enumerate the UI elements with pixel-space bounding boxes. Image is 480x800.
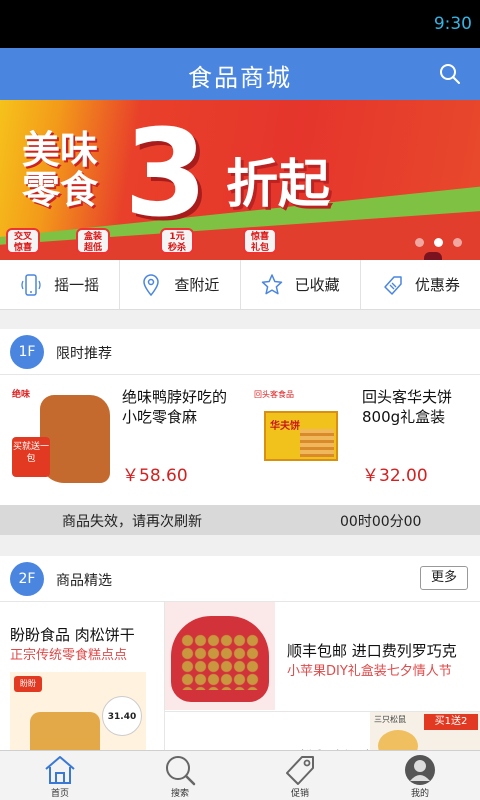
floor-badge: 2F bbox=[10, 562, 44, 596]
user-icon bbox=[405, 755, 435, 785]
tab-label: 搜索 bbox=[170, 789, 189, 799]
shortcut-label: 优惠券 bbox=[414, 276, 460, 294]
indicator-dot[interactable] bbox=[453, 238, 462, 247]
more-button[interactable]: 更多 bbox=[420, 566, 468, 590]
waffle-box-image: 华夫饼 bbox=[264, 411, 338, 461]
brand-logo: 三只松鼠 bbox=[374, 715, 406, 724]
shortcut-coupons[interactable]: 优惠券 bbox=[361, 260, 480, 309]
shortcut-favorites[interactable]: 已收藏 bbox=[241, 260, 361, 309]
shortcut-label: 查附近 bbox=[174, 276, 220, 294]
banner-tag: 盒装 超低 bbox=[76, 228, 110, 254]
bottle-image bbox=[424, 252, 442, 260]
shortcut-shake[interactable]: 摇一摇 bbox=[0, 260, 121, 309]
product-price: ￥32.00 bbox=[362, 466, 428, 486]
banner-big-number: 3 bbox=[124, 105, 208, 244]
product-name: 顺丰包邮 进口费列罗巧克 bbox=[287, 642, 457, 660]
box-label: 华夫饼 bbox=[270, 421, 300, 432]
product-subtitle: 正宗传统零食糕点点 bbox=[10, 648, 128, 663]
shortcut-label: 摇一摇 bbox=[54, 276, 100, 294]
home-icon bbox=[45, 756, 75, 784]
search-icon[interactable] bbox=[438, 62, 462, 86]
product-image: 回头客食品 华夫饼 bbox=[250, 385, 350, 485]
duck-neck-image bbox=[40, 395, 110, 483]
section-header: 1F 限时推荐 bbox=[0, 329, 480, 375]
product-name: 盼盼食品 肉松饼干 bbox=[10, 626, 135, 644]
product-image: 绝味 买就送一包 bbox=[10, 385, 110, 485]
tab-label: 首页 bbox=[50, 789, 69, 799]
waffle-graphic bbox=[300, 429, 334, 457]
status-time: 9:30 bbox=[433, 14, 472, 34]
countdown-bar[interactable]: 商品失效，请再次刷新 00时00分00 bbox=[0, 505, 480, 535]
indicator-dot-active[interactable] bbox=[434, 238, 443, 247]
banner-tag: 交叉 惊喜 bbox=[6, 228, 40, 254]
location-pin-icon bbox=[143, 273, 160, 296]
section-featured: 2F 商品精选 更多 盼盼食品 肉松饼干 正宗传统零食糕点点 盼盼 31.40 … bbox=[0, 556, 480, 756]
shortcut-nearby[interactable]: 查附近 bbox=[120, 260, 241, 309]
floor-badge: 1F bbox=[10, 335, 44, 369]
indicator-dot[interactable] bbox=[415, 238, 424, 247]
product-image bbox=[165, 602, 275, 710]
product-subtitle: 小苹果DIY礼盒装七夕情人节 bbox=[287, 664, 452, 679]
tab-profile[interactable]: 我的 bbox=[360, 751, 480, 800]
chocolate-box-image bbox=[171, 616, 269, 702]
star-icon bbox=[261, 273, 282, 294]
banner-line1: 美味 bbox=[22, 128, 99, 172]
promo-badge: 买就送一包 bbox=[12, 437, 50, 477]
product-card[interactable]: 回头客食品 华夫饼 回头客华夫饼800g礼盒装 ￥32.00 bbox=[250, 385, 475, 486]
banner-tag: 惊喜 礼包 bbox=[243, 228, 277, 254]
tag-icon bbox=[286, 756, 314, 785]
app-bar: 食品商城 bbox=[0, 48, 480, 100]
product-image: 盼盼 31.40 bbox=[10, 672, 146, 756]
tab-label: 我的 bbox=[410, 789, 429, 799]
tab-search[interactable]: 搜索 bbox=[120, 751, 240, 800]
product-name: 回头客华夫饼800g礼盒装 bbox=[362, 388, 453, 426]
promo-banner[interactable]: 美味 零食 3 折起 交叉 惊喜 盒装 超低 1元 秒杀 惊喜 礼包 bbox=[0, 100, 480, 260]
bottom-tab-bar: 首页 搜索 促销 我的 bbox=[0, 750, 480, 800]
status-bar: 9:30 bbox=[0, 0, 480, 48]
shortcut-label: 已收藏 bbox=[294, 276, 340, 294]
banner-headline: 美味 零食 bbox=[22, 130, 98, 210]
product-card[interactable]: 绝味 买就送一包 绝味鸭脖好吃的小吃零食麻 ￥58.60 bbox=[10, 385, 235, 486]
brand-logo: 盼盼 bbox=[14, 676, 42, 692]
banner-suffix: 折起 bbox=[226, 155, 331, 215]
featured-card-left[interactable]: 盼盼食品 肉松饼干 正宗传统零食糕点点 盼盼 31.40 bbox=[0, 602, 165, 756]
tab-promotions[interactable]: 促销 bbox=[240, 751, 360, 800]
product-name: 绝味鸭脖好吃的小吃零食麻 bbox=[122, 388, 228, 426]
phone-shake-icon bbox=[21, 273, 41, 296]
section-limited-recommend: 1F 限时推荐 绝味 买就送一包 绝味鸭脖好吃的小吃零食麻 ￥58.60 回头客… bbox=[0, 329, 480, 505]
banner-line2: 零食 bbox=[22, 168, 99, 212]
page-title: 食品商城 bbox=[188, 64, 292, 92]
expired-message: 商品失效，请再次刷新 bbox=[62, 514, 202, 530]
brand-logo: 绝味 bbox=[12, 390, 31, 400]
tab-home[interactable]: 首页 bbox=[0, 751, 120, 800]
chocolate-grid bbox=[181, 634, 259, 690]
banner-tag: 1元 秒杀 bbox=[160, 228, 194, 254]
section-header: 2F 商品精选 更多 bbox=[0, 556, 480, 602]
coupon-icon bbox=[384, 275, 402, 295]
price-badge: 31.40 bbox=[102, 696, 142, 736]
product-price: ￥58.60 bbox=[122, 466, 188, 486]
featured-card-right[interactable]: 顺丰包邮 进口费列罗巧克 小苹果DIY礼盒装七夕情人节 bbox=[165, 602, 480, 712]
section-title: 限时推荐 bbox=[56, 346, 112, 362]
search-icon bbox=[166, 756, 196, 786]
countdown-timer: 00时00分00 bbox=[340, 514, 422, 530]
tab-label: 促销 bbox=[290, 789, 309, 799]
banner-page-indicator bbox=[415, 238, 462, 247]
brand-logo: 回头客食品 bbox=[254, 390, 294, 399]
section-title: 商品精选 bbox=[56, 573, 112, 589]
shortcut-bar: 摇一摇 查附近 已收藏 优惠券 bbox=[0, 260, 480, 310]
promo-badge: 买1送2 bbox=[424, 714, 478, 730]
